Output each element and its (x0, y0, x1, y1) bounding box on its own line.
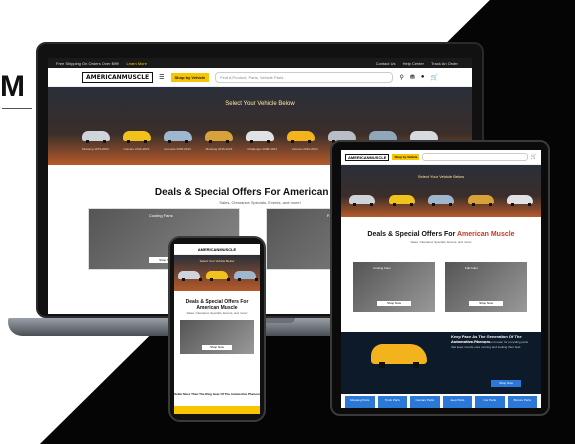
vehicle-card[interactable] (82, 131, 110, 143)
vehicle-card[interactable] (205, 131, 233, 143)
search-input[interactable] (422, 153, 528, 161)
vehicle-card[interactable] (428, 195, 454, 206)
shop-by-vehicle-button[interactable]: Shop by Vehicle (170, 72, 210, 82)
promo-card-cooling-fans[interactable]: Shop Now (180, 320, 254, 354)
tablet-hero: Select Your Vehicle Below (341, 165, 541, 217)
site-header: AMERICANMUSCLE ☰ Shop by Vehicle Find A … (48, 68, 472, 87)
brand-logo-underline (2, 108, 32, 113)
tablet-screen: AMERICANMUSCLE Shop by Vehicle 🛒 Select … (341, 150, 541, 408)
deals-title-text: Deals & Special Offers For (367, 231, 456, 238)
promo-shop-button[interactable]: Shop Now (202, 345, 232, 350)
promo-shop-button[interactable]: Shop Now (469, 301, 503, 306)
site-logo[interactable]: AMERICANMUSCLE (174, 244, 260, 255)
site-logo[interactable]: AMERICANMUSCLE (345, 153, 390, 161)
vehicle-card[interactable] (388, 195, 415, 206)
learn-more-link[interactable]: Learn More (127, 61, 147, 66)
garage-icon[interactable]: ⛃ (410, 74, 415, 81)
deals-title-accent: American Muscle (457, 231, 515, 238)
featured-text: American Muscle has long been known for … (451, 340, 529, 349)
featured-shop-button[interactable]: Shop Now (491, 380, 521, 387)
contact-link[interactable]: Contact Us (376, 61, 396, 66)
brand-logo-mark: M (0, 70, 25, 103)
vehicle-card[interactable] (507, 195, 533, 206)
cart-icon[interactable]: 🛒 (431, 74, 438, 81)
phone-screen: AMERICANMUSCLE Select Your Vehicle Below… (174, 244, 260, 414)
phone-footer: Seller More Than The Ring Gear Of The Au… (174, 388, 260, 414)
phone-footer-text: Seller More Than The Ring Gear Of The Au… (174, 392, 260, 396)
promo-card-cooling-fans[interactable]: Cooling Fans Shop Now (353, 262, 435, 312)
promo-label: Cooling Fans (373, 266, 391, 270)
search-input[interactable]: Find A Product, Parts, Vehicle Parts (215, 71, 394, 83)
vehicle-label: Camaro 2010-2024 (123, 147, 150, 151)
category-tile[interactable]: Camaro Parts (410, 396, 440, 408)
vehicle-label: Challenger 2008-2023 (247, 147, 277, 151)
vehicle-card[interactable] (206, 271, 230, 281)
vehicle-label: Camaro 2016-2024 (291, 147, 318, 151)
deals-subtitle: Sales, Clearance Specials, Events, and m… (410, 240, 472, 244)
category-tile[interactable]: Car Parts (475, 396, 505, 408)
category-tiles: Mustang Parts Truck Parts Camaro Parts Jeep… (345, 396, 537, 408)
menu-icon[interactable]: ☰ (159, 74, 164, 81)
top-bar: Free Shipping On Orders Over $99! Learn … (48, 58, 472, 68)
category-tile[interactable]: Mustang Parts (345, 396, 375, 408)
yellow-muscle-car-image (371, 344, 427, 368)
vehicle-card[interactable] (246, 131, 274, 143)
phone-bottom-bar (174, 406, 260, 414)
select-vehicle-heading: Select Your Vehicle Below (417, 174, 465, 179)
vehicle-card[interactable] (349, 195, 375, 206)
user-icon[interactable]: ● (421, 74, 425, 80)
category-tile[interactable]: Bronco Parts (507, 396, 537, 408)
track-order-link[interactable]: Track An Order (431, 61, 458, 66)
vehicle-list (178, 271, 258, 281)
help-link[interactable]: Help Center (403, 61, 424, 66)
vehicle-card[interactable] (287, 131, 315, 143)
category-tile[interactable]: Truck Parts (377, 396, 407, 408)
shop-by-vehicle-button[interactable]: Shop by Vehicle (392, 154, 420, 160)
promo-shop-button[interactable]: Shop Now (377, 301, 411, 306)
promo-label: Fall Color (465, 266, 478, 270)
promo-label: Cooling Fans (149, 213, 173, 218)
vehicle-card[interactable] (123, 131, 151, 143)
search-icon[interactable]: ⚲ (399, 74, 403, 81)
vehicle-label: Mustang 2015-2023 (205, 147, 233, 151)
vehicle-card[interactable] (164, 131, 192, 143)
vehicle-label: Corvette 2005-2013 (164, 147, 191, 151)
category-tile[interactable]: Jeep Parts (442, 396, 472, 408)
tablet-header: AMERICANMUSCLE Shop by Vehicle 🛒 (341, 150, 541, 165)
vehicle-card[interactable] (234, 271, 258, 281)
vehicle-card[interactable] (178, 271, 202, 281)
vehicle-label: Mustang 1979-2004 (82, 147, 109, 151)
deals-title: Deals & Special Offers For American Musc… (341, 231, 541, 238)
site-logo[interactable]: AMERICANMUSCLE (82, 71, 154, 83)
cart-icon[interactable]: 🛒 (531, 154, 537, 160)
promo-card-fall[interactable]: Fall Color Shop Now (445, 262, 527, 312)
featured-banner: Keep Pace As The Generation Of The Autom… (341, 332, 541, 394)
select-vehicle-heading: Select Your Vehicle Below (225, 101, 295, 107)
phone-hero: Select Your Vehicle Below (174, 255, 260, 291)
vehicle-list (349, 195, 533, 206)
shipping-notice: Free Shipping On Orders Over $99! (56, 60, 120, 66)
deals-subtitle: Sales, Clearance Specials, Events, and m… (186, 311, 248, 315)
vehicle-card[interactable] (467, 195, 494, 206)
select-vehicle-heading: Select Your Vehicle Below (199, 259, 235, 263)
deals-title: Deals & Special Offers For American Musc… (185, 299, 249, 311)
